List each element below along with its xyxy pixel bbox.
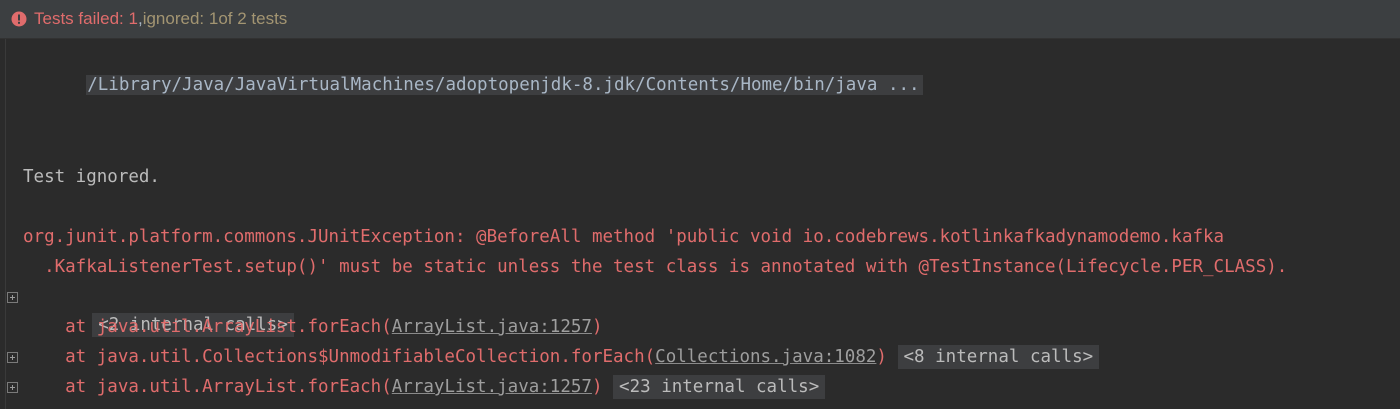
stack-frame-suffix: ) <box>591 377 603 397</box>
stack-frame-suffix: ) <box>591 317 603 337</box>
stack-frame-text: at java.util.ArrayList.forEach( <box>23 377 392 397</box>
command-line-row: /Library/Java/JavaVirtualMachines/adopto… <box>23 43 923 95</box>
test-ignored-message: Test ignored. <box>23 167 160 187</box>
tests-total: of 2 tests <box>218 9 288 28</box>
expand-fold-icon[interactable] <box>7 292 18 303</box>
expand-fold-icon[interactable] <box>7 352 18 363</box>
console-output[interactable]: /Library/Java/JavaVirtualMachines/adopto… <box>0 39 1400 409</box>
test-status-bar: Tests failed: 1 , ignored: 1 of 2 tests <box>0 0 1400 39</box>
test-runner-window: Tests failed: 1 , ignored: 1 of 2 tests … <box>0 0 1400 409</box>
exception-message-line-1: org.junit.platform.commons.JUnitExceptio… <box>23 227 1225 247</box>
source-link[interactable]: ArrayList.java:1257 <box>392 317 592 337</box>
console-gutter <box>5 39 6 409</box>
internal-calls-row: <2 internal calls> <box>29 283 294 337</box>
exception-message-line-2: .KafkaListenerTest.setup()' must be stat… <box>23 257 1288 277</box>
stack-frame: at java.util.ArrayList.forEach(ArrayList… <box>23 313 603 341</box>
expand-fold-icon[interactable] <box>7 382 18 393</box>
stack-frame-text: at java.util.Collections$UnmodifiableCol… <box>23 347 656 367</box>
internal-calls-fold[interactable]: <8 internal calls> <box>897 345 1100 369</box>
stack-frame: at java.util.Collections$UnmodifiableCol… <box>23 343 1100 371</box>
internal-calls-fold[interactable]: <23 internal calls> <box>613 375 826 399</box>
stack-frame-suffix: ) <box>876 347 887 367</box>
java-command[interactable]: /Library/Java/JavaVirtualMachines/adopto… <box>86 75 923 95</box>
stack-frame: at java.util.ArrayList.forEach(ArrayList… <box>23 373 826 401</box>
tests-failed-count: Tests failed: 1 <box>34 9 138 28</box>
tests-ignored-count: ignored: 1 <box>142 9 219 28</box>
source-link[interactable]: Collections.java:1082 <box>655 347 876 367</box>
error-icon <box>11 11 27 27</box>
stack-frame-text: at java.util.ArrayList.forEach( <box>23 317 392 337</box>
source-link[interactable]: ArrayList.java:1257 <box>392 377 592 397</box>
